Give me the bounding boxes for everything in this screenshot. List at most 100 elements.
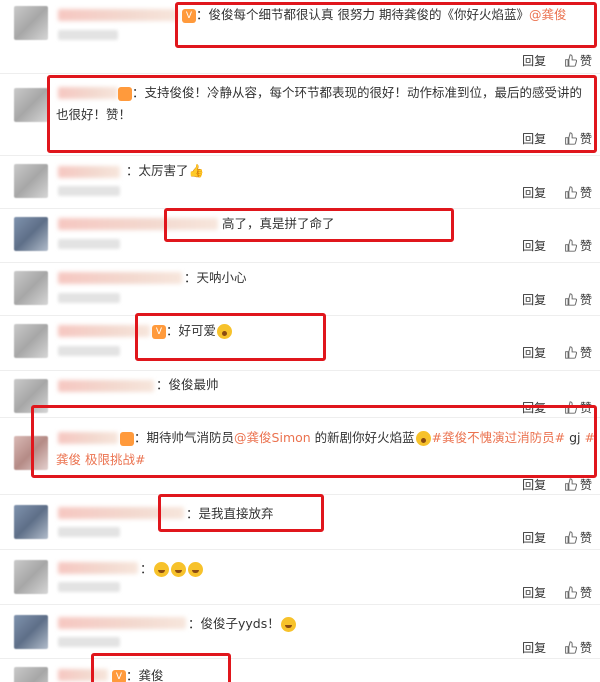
like-button[interactable]: 赞 [564, 346, 592, 360]
emoji-icon [217, 324, 233, 339]
comment-actions: 回复 赞 [522, 639, 592, 656]
avatar[interactable] [14, 271, 48, 305]
comment-actions: 回复 赞 [522, 237, 592, 254]
reply-button[interactable]: 回复 [522, 401, 546, 415]
thumbs-up-icon [565, 586, 577, 599]
comment-text: ：俊俊最帅 [156, 377, 219, 392]
comment-row: V：期待帅气消防员@龚俊Simon 的新剧你好火焰蓝 #龚俊不愧演过消防员# gj… [0, 418, 600, 495]
comment-actions: 回复 赞 [522, 399, 592, 416]
comment-row: ：是我直接放弃 回复 赞 [0, 495, 600, 550]
reply-button[interactable]: 回复 [522, 186, 546, 200]
comment-row: V ：龚俊 [0, 659, 600, 682]
username-blurred[interactable] [58, 166, 120, 178]
reply-button[interactable]: 回复 [522, 132, 546, 146]
avatar[interactable] [14, 436, 48, 470]
avatar[interactable] [14, 667, 48, 682]
avatar[interactable] [14, 560, 48, 594]
like-button[interactable]: 赞 [564, 239, 592, 253]
comment-row: V：支持俊俊！冷静从容，每个环节都表现的很好！动作标准到位，最后的感受讲的也很好… [0, 74, 600, 156]
like-button[interactable]: 赞 [564, 531, 592, 545]
emoji-icon [187, 562, 203, 577]
comment-actions: 回复 赞 [522, 184, 592, 201]
like-label: 赞 [579, 586, 592, 600]
mention-link[interactable]: @龚俊Simon [234, 430, 311, 445]
like-button[interactable]: 赞 [564, 186, 592, 200]
reply-button[interactable]: 回复 [522, 346, 546, 360]
avatar[interactable] [14, 505, 48, 539]
username-blurred[interactable] [58, 507, 184, 519]
thumbs-up-icon [565, 401, 577, 414]
comment-actions: 回复 赞 [522, 584, 592, 601]
thumbs-up-icon [565, 478, 577, 491]
meta-blurred [58, 637, 120, 647]
reply-button[interactable]: 回复 [522, 478, 546, 492]
comment-text: V ：好可爱 [152, 320, 233, 342]
like-label: 赞 [579, 531, 592, 545]
avatar[interactable] [14, 217, 48, 251]
reply-button[interactable]: 回复 [522, 54, 546, 68]
comment-text: ：天呐小心 [184, 270, 247, 285]
like-label: 赞 [579, 641, 592, 655]
username-blurred[interactable] [58, 325, 150, 337]
emoji-icon [153, 562, 169, 577]
comment-text: ： [140, 558, 204, 580]
comment-row: V ：俊俊每个细节都很认真 很努力 期待龚俊的《你好火焰蓝》@龚俊 回复 赞 [0, 0, 600, 74]
avatar[interactable] [14, 164, 48, 198]
avatar[interactable] [14, 88, 48, 122]
comment-actions: 回复 赞 [522, 291, 592, 308]
like-label: 赞 [579, 186, 592, 200]
avatar[interactable] [14, 379, 48, 413]
comment-row: ：俊俊子yyds！ 回复 赞 [0, 605, 600, 659]
reply-button[interactable]: 回复 [522, 239, 546, 253]
comment-text: ：太厉害了👍 [126, 163, 205, 178]
like-label: 赞 [579, 346, 592, 360]
reply-button[interactable]: 回复 [522, 293, 546, 307]
reply-button[interactable]: 回复 [522, 531, 546, 545]
username-blurred[interactable] [58, 669, 108, 681]
username-blurred[interactable] [58, 617, 186, 629]
thumbs-up-icon [565, 293, 577, 306]
mention-link[interactable]: @龚俊 [529, 7, 567, 22]
comment-text: V：期待帅气消防员@龚俊Simon 的新剧你好火焰蓝 #龚俊不愧演过消防员# gj… [56, 430, 595, 467]
comment-row: ：天呐小心 回复 赞 [0, 263, 600, 316]
comment-text: ：俊俊子yyds！ [188, 613, 297, 635]
username-blurred[interactable] [58, 9, 178, 21]
avatar[interactable] [14, 324, 48, 358]
thumbs-up-icon [565, 54, 577, 67]
username-blurred[interactable] [58, 272, 182, 284]
meta-blurred [58, 346, 120, 356]
vip-badge-icon: V [112, 669, 126, 682]
meta-blurred [58, 186, 120, 196]
like-button[interactable]: 赞 [564, 586, 592, 600]
comment-text: V ：龚俊 [112, 665, 164, 682]
like-label: 赞 [579, 401, 592, 415]
like-button[interactable]: 赞 [564, 54, 592, 68]
hashtag-link[interactable]: #龚俊不愧演过消防员# [432, 430, 565, 445]
like-button[interactable]: 赞 [564, 641, 592, 655]
vip-badge-icon: V [152, 324, 166, 339]
comment-actions: 回复 赞 [522, 529, 592, 546]
thumbs-up-icon [565, 641, 577, 654]
username-blurred[interactable] [58, 218, 218, 230]
emoji-icon [280, 617, 296, 632]
comment-actions: 回复 赞 [522, 130, 592, 147]
like-button[interactable]: 赞 [564, 478, 592, 492]
like-button[interactable]: 赞 [564, 293, 592, 307]
avatar[interactable] [14, 6, 48, 40]
reply-button[interactable]: 回复 [522, 586, 546, 600]
reply-button[interactable]: 回复 [522, 641, 546, 655]
thumbs-up-icon [565, 132, 577, 145]
meta-blurred [58, 582, 120, 592]
comment-row: ：俊俊最帅 回复 赞 [0, 371, 600, 418]
comment-actions: 回复 赞 [522, 344, 592, 361]
username-blurred[interactable] [58, 562, 138, 574]
username-blurred[interactable] [58, 380, 154, 392]
avatar[interactable] [14, 615, 48, 649]
like-label: 赞 [579, 293, 592, 307]
like-button[interactable]: 赞 [564, 401, 592, 415]
comment-row: V ：好可爱 回复 赞 [0, 316, 600, 371]
emoji-icon [415, 431, 431, 446]
like-button[interactable]: 赞 [564, 132, 592, 146]
like-label: 赞 [579, 54, 592, 68]
vip-badge-icon: V [120, 431, 190, 446]
